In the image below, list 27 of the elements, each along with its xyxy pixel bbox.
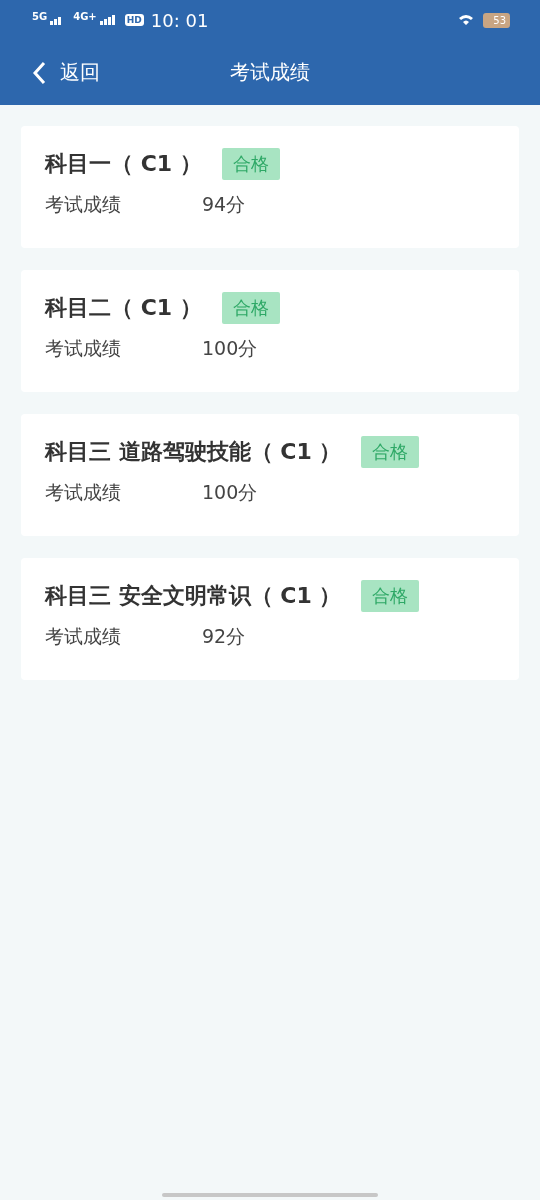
score-label: 考试成绩 [45, 336, 122, 361]
status-tag: 合格 [221, 148, 280, 180]
subject-title: 科目三 安全文明常识（ C1 ） [45, 582, 342, 610]
score-value: 94分 [202, 192, 246, 217]
network-label: 4G+ [73, 11, 97, 22]
hd-badge: HD [124, 14, 144, 26]
chevron-left-icon [32, 60, 46, 85]
score-label: 考试成绩 [45, 192, 122, 217]
battery-icon: 53 [483, 12, 510, 28]
clock-time: 10: 01 [150, 9, 209, 31]
subject-title: 科目三 道路驾驶技能（ C1 ） [45, 438, 342, 466]
status-tag: 合格 [361, 436, 420, 468]
score-label: 考试成绩 [45, 624, 122, 649]
page-title: 考试成绩 [230, 59, 310, 86]
score-value: 100分 [202, 336, 258, 361]
wifi-icon [458, 14, 475, 26]
subject-title: 科目二（ C1 ） [45, 294, 202, 322]
signal-icon [99, 15, 116, 25]
network-label: 5G [32, 11, 48, 22]
status-tag: 合格 [361, 580, 420, 612]
score-value: 100分 [202, 480, 258, 505]
back-button[interactable]: 返回 [32, 59, 100, 86]
back-label: 返回 [60, 59, 100, 86]
status-tag: 合格 [221, 292, 280, 324]
score-value: 92分 [202, 624, 246, 649]
score-label: 考试成绩 [45, 480, 122, 505]
subject-title: 科目一（ C1 ） [45, 150, 202, 178]
